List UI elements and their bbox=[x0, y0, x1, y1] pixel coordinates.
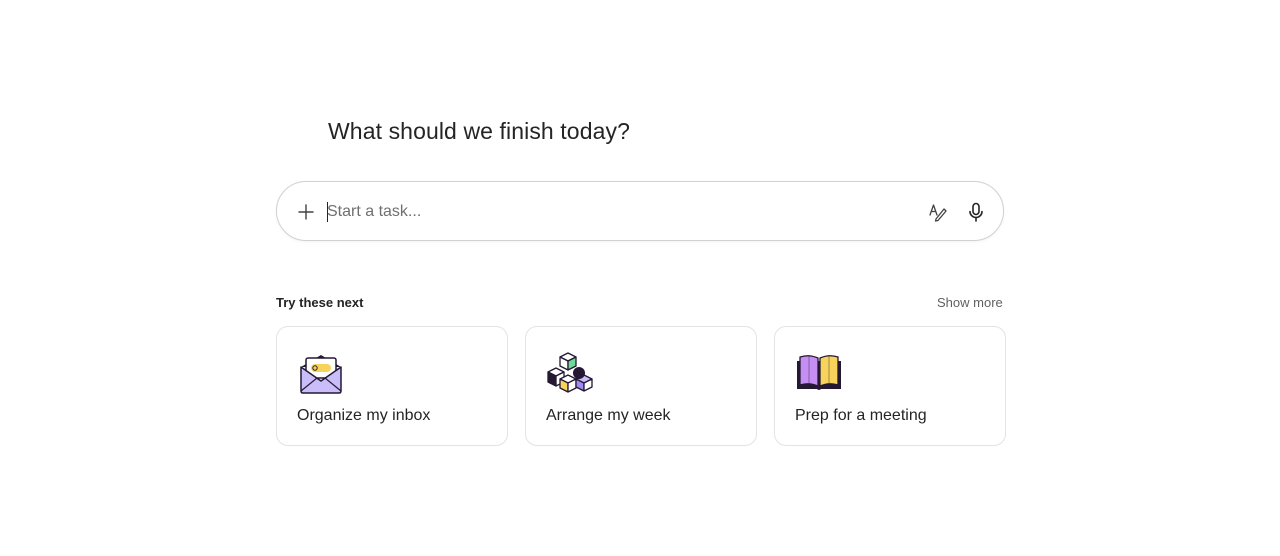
card-label: Arrange my week bbox=[546, 407, 671, 424]
card-label: Prep for a meeting bbox=[795, 407, 927, 424]
suggestion-card-prep-meeting[interactable]: Prep for a meeting bbox=[774, 326, 1006, 446]
show-more-link[interactable]: Show more bbox=[937, 295, 1003, 310]
text-edit-icon bbox=[929, 204, 947, 222]
task-composer[interactable] bbox=[276, 181, 1004, 241]
add-attachment-button[interactable] bbox=[295, 201, 317, 223]
suggestions-heading: Try these next bbox=[276, 295, 364, 310]
task-input[interactable] bbox=[327, 196, 907, 228]
open-book-icon bbox=[797, 355, 841, 390]
suggestion-card-arrange-week[interactable]: Arrange my week bbox=[525, 326, 757, 446]
rewrite-button[interactable] bbox=[927, 201, 949, 223]
suggestion-card-organize-inbox[interactable]: Organize my inbox bbox=[276, 326, 508, 446]
card-label: Organize my inbox bbox=[297, 407, 431, 424]
microphone-icon bbox=[969, 202, 983, 222]
plus-icon bbox=[298, 204, 314, 220]
microphone-button[interactable] bbox=[965, 201, 987, 223]
cubes-icon bbox=[547, 352, 593, 393]
envelope-icon bbox=[300, 355, 342, 394]
page-title: What should we finish today? bbox=[328, 118, 630, 144]
copilot-home: What should we finish today? Try these n… bbox=[0, 0, 1280, 556]
